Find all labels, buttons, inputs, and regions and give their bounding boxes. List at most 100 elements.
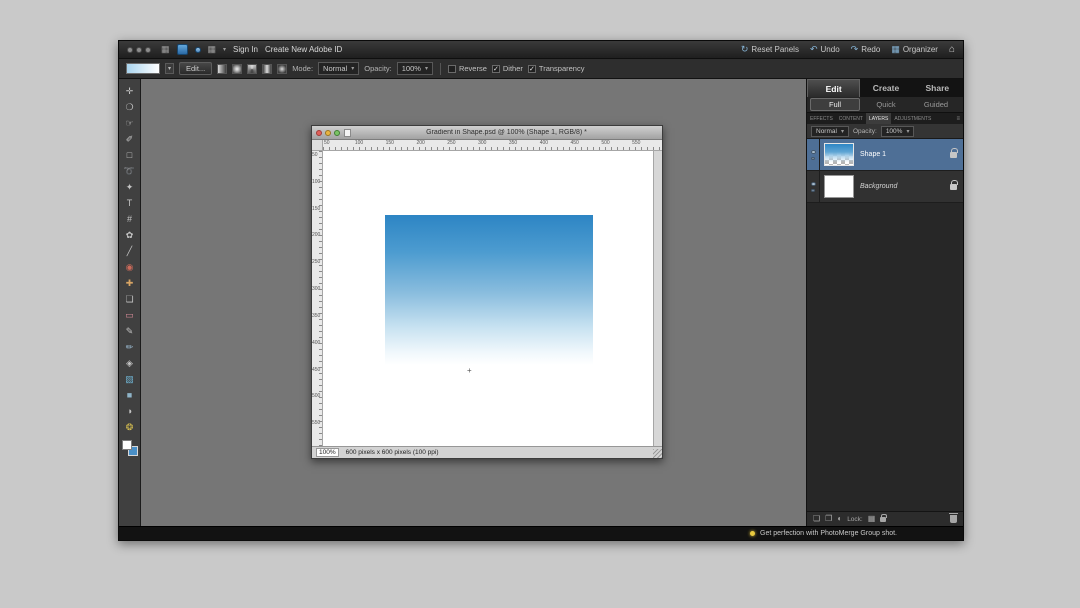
window-controls[interactable] xyxy=(127,47,151,53)
photoshop-app-icon[interactable] xyxy=(177,44,188,55)
layout-grid-icon[interactable]: ▦ xyxy=(208,45,217,54)
radial-gradient-icon[interactable] xyxy=(232,64,242,74)
grid-icon[interactable]: ▦ xyxy=(161,45,170,54)
layer-row-shape-1[interactable]: Shape 1 xyxy=(807,139,963,171)
tab-guided[interactable]: Guided xyxy=(912,99,960,110)
checkbox-box[interactable]: ✓ xyxy=(492,65,500,73)
sponge-tool[interactable]: ❂ xyxy=(122,419,138,435)
organizer-button[interactable]: ▦ Organizer xyxy=(891,45,938,54)
layer-thumbnail[interactable] xyxy=(824,175,854,198)
hand-tool[interactable]: ☞ xyxy=(122,115,138,131)
window-minimize-button[interactable] xyxy=(136,47,142,53)
move-tool[interactable]: ✛ xyxy=(122,83,138,99)
tab-adjustments[interactable]: ADJUSTMENTS xyxy=(891,113,934,124)
gradient-picker-dropdown[interactable]: ▾ xyxy=(165,63,174,74)
zoom-tool[interactable]: ❍ xyxy=(122,99,138,115)
document-statusbar: 100% 600 pixels x 600 pixels (100 ppi) xyxy=(312,446,662,458)
diamond-gradient-icon[interactable] xyxy=(277,64,287,74)
window-zoom-button[interactable] xyxy=(145,47,151,53)
create-adobe-id-link[interactable]: Create New Adobe ID xyxy=(265,45,342,54)
layer-opacity-label: Opacity: xyxy=(853,128,877,135)
canvas[interactable]: + xyxy=(323,151,653,446)
quick-selection-tool[interactable]: ✦ xyxy=(122,179,138,195)
redo-button[interactable]: ↷ Redo xyxy=(851,45,881,54)
dither-checkbox[interactable]: ✓ Dither xyxy=(492,64,523,73)
blend-mode-dropdown[interactable]: Normal ▾ xyxy=(318,62,359,75)
smart-brush-tool[interactable]: ✏ xyxy=(122,339,138,355)
eyedropper-tool[interactable]: ✐ xyxy=(122,131,138,147)
document-window[interactable]: Gradient in Shape.psd @ 100% (Shape 1, R… xyxy=(311,125,663,459)
checkbox-box[interactable] xyxy=(448,65,456,73)
tab-edit[interactable]: Edit xyxy=(807,79,860,97)
edit-gradient-button[interactable]: Edit... xyxy=(179,62,212,75)
reset-panels-button[interactable]: ↻ Reset Panels xyxy=(741,45,799,54)
delete-layer-icon[interactable] xyxy=(950,515,957,523)
tab-content[interactable]: CONTENT xyxy=(836,113,866,124)
linear-gradient-icon[interactable] xyxy=(217,64,227,74)
eye-icon[interactable] xyxy=(811,150,816,154)
resize-grip[interactable] xyxy=(653,449,662,458)
vertical-scrollbar[interactable] xyxy=(653,151,662,446)
layer-thumbnail[interactable] xyxy=(824,143,854,166)
reverse-checkbox[interactable]: Reverse xyxy=(448,64,487,73)
undo-button[interactable]: ↶ Undo xyxy=(810,45,840,54)
elements-app-icon[interactable] xyxy=(195,47,201,53)
home-icon[interactable]: ⌂ xyxy=(949,44,955,55)
eye-icon[interactable] xyxy=(811,189,815,192)
tab-full[interactable]: Full xyxy=(810,98,860,111)
gradient-preview-swatch[interactable] xyxy=(126,63,160,74)
clone-stamp-tool[interactable]: ❏ xyxy=(122,291,138,307)
new-layer-icon[interactable]: ❏ xyxy=(813,515,820,523)
red-eye-tool[interactable]: ◉ xyxy=(122,259,138,275)
angle-gradient-icon[interactable] xyxy=(247,64,257,74)
document-titlebar[interactable]: Gradient in Shape.psd @ 100% (Shape 1, R… xyxy=(312,126,662,140)
type-tool[interactable]: T xyxy=(122,195,138,211)
lock-all-icon[interactable] xyxy=(880,517,886,522)
zoom-window-icon[interactable] xyxy=(334,130,340,136)
reflected-gradient-icon[interactable] xyxy=(262,64,272,74)
eraser-tool[interactable]: ▭ xyxy=(122,307,138,323)
brush-tool[interactable]: ✎ xyxy=(122,323,138,339)
tip-text[interactable]: Get perfection with PhotoMerge Group sho… xyxy=(760,530,897,537)
shape-tool[interactable]: ■ xyxy=(122,387,138,403)
lasso-tool[interactable]: ➰ xyxy=(122,163,138,179)
checkbox-box[interactable]: ✓ xyxy=(528,65,536,73)
layer-visibility-toggle[interactable] xyxy=(807,171,820,202)
tab-quick[interactable]: Quick xyxy=(862,99,910,110)
panel-tabs: EFFECTS CONTENT LAYERS ADJUSTMENTS ≡ xyxy=(807,113,963,124)
blur-tool[interactable]: ◑ xyxy=(122,403,138,419)
transparency-checkbox[interactable]: ✓ Transparency xyxy=(528,64,585,73)
close-icon[interactable] xyxy=(316,130,322,136)
eye-icon[interactable] xyxy=(811,182,816,186)
cookie-cutter-tool[interactable]: ✿ xyxy=(122,227,138,243)
eye-icon[interactable] xyxy=(811,157,815,160)
minimize-icon[interactable] xyxy=(325,130,331,136)
layer-row-background[interactable]: Background xyxy=(807,171,963,203)
spot-healing-tool[interactable]: ✚ xyxy=(122,275,138,291)
opacity-dropdown[interactable]: 100% ▾ xyxy=(397,62,433,75)
paint-bucket-tool[interactable]: ◈ xyxy=(122,355,138,371)
rect-marquee-tool[interactable]: □ xyxy=(122,147,138,163)
lock-transparent-pixels-icon[interactable]: ▦ xyxy=(868,515,876,523)
workspace[interactable]: Gradient in Shape.psd @ 100% (Shape 1, R… xyxy=(141,79,806,526)
tab-create[interactable]: Create xyxy=(860,79,911,97)
tab-effects[interactable]: EFFECTS xyxy=(807,113,836,124)
ruler-number: 250 xyxy=(446,140,477,150)
layer-visibility-toggle[interactable] xyxy=(807,139,820,170)
gradient-tool[interactable]: ▧ xyxy=(122,371,138,387)
crop-tool[interactable]: # xyxy=(122,211,138,227)
tab-share[interactable]: Share xyxy=(912,79,963,97)
sign-in-link[interactable]: Sign In xyxy=(233,45,258,54)
zoom-level-field[interactable]: 100% xyxy=(316,448,339,457)
layer-blend-mode-dropdown[interactable]: Normal ▾ xyxy=(811,126,849,137)
layer-opacity-dropdown[interactable]: 100% ▾ xyxy=(881,126,915,137)
new-group-icon[interactable]: ❐ xyxy=(825,515,832,523)
document-window-controls[interactable] xyxy=(316,130,340,136)
window-close-button[interactable] xyxy=(127,47,133,53)
adjustment-layer-icon[interactable]: ◐ xyxy=(837,515,842,523)
straighten-tool[interactable]: ╱ xyxy=(122,243,138,259)
foreground-color-swatch[interactable] xyxy=(122,440,132,450)
panel-menu-icon[interactable]: ≡ xyxy=(956,113,963,124)
tab-layers[interactable]: LAYERS xyxy=(866,113,891,124)
color-swatches[interactable] xyxy=(122,440,138,456)
